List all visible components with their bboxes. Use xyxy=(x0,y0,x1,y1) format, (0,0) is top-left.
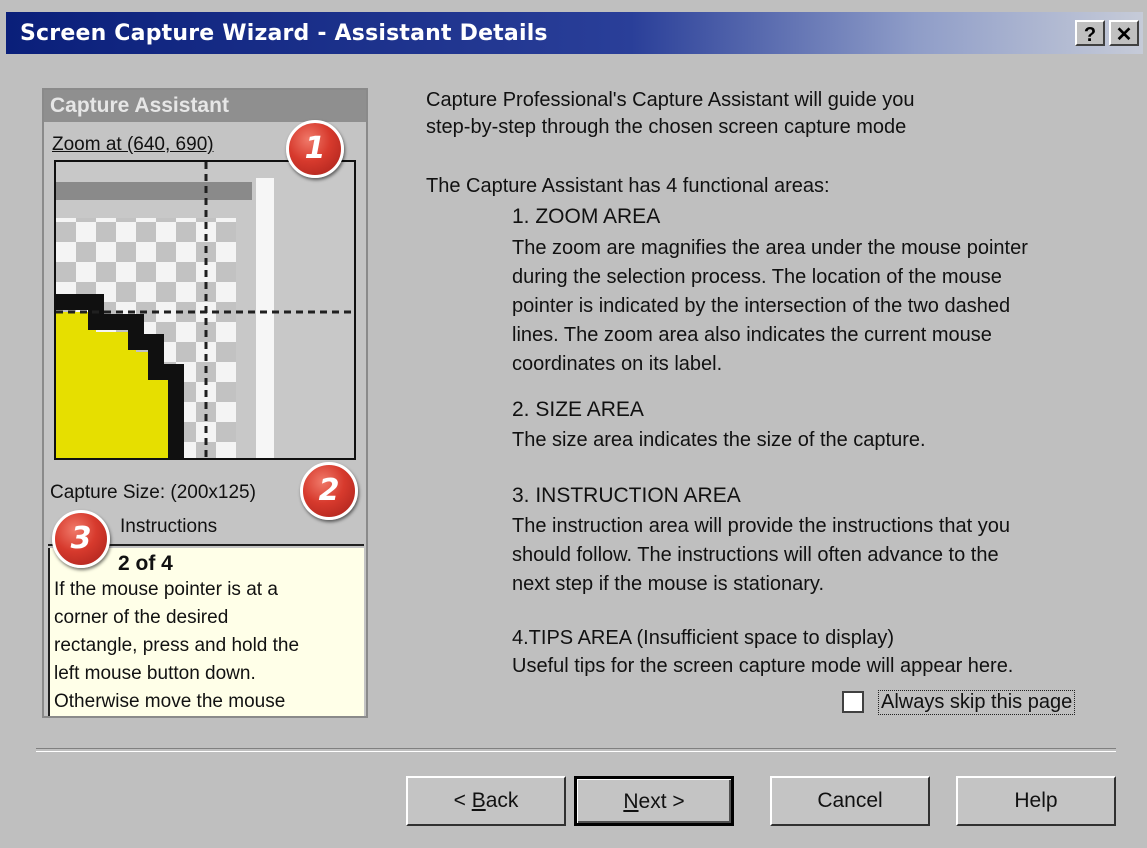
tips-area-heading: 4.TIPS AREA (Insufficient space to displ… xyxy=(512,627,895,649)
callout-badge-1: 1 xyxy=(286,120,344,178)
back-accelerator: B xyxy=(471,789,486,812)
instruction-line: Otherwise move the mouse xyxy=(54,691,286,712)
button-separator xyxy=(36,748,1116,752)
instruction-line: left mouse button down. xyxy=(54,663,256,684)
next-accelerator: N xyxy=(623,790,639,813)
intro-line: Capture Professional's Capture Assistant… xyxy=(426,89,915,111)
always-skip-label[interactable]: Always skip this page xyxy=(878,690,1076,715)
instruction-area-text: The instruction area will provide the in… xyxy=(512,515,1011,537)
cancel-button[interactable]: Cancel xyxy=(770,776,930,826)
zoom-area-text: lines. The zoom area also indicates the … xyxy=(512,324,992,346)
instruction-line: If the mouse pointer is at a xyxy=(54,579,278,600)
instruction-area-heading: 3. INSTRUCTION AREA xyxy=(512,484,741,507)
assistant-header: Capture Assistant xyxy=(44,90,366,122)
tips-area-text: Useful tips for the screen capture mode … xyxy=(512,655,1014,677)
instruction-line: corner of the desired xyxy=(54,607,229,628)
zoom-area-text: coordinates on its label. xyxy=(512,353,723,375)
zoom-label: Zoom at (640, 690) xyxy=(52,134,214,155)
capture-size-label: Capture Size: (200x125) xyxy=(50,482,256,503)
callout-badge-2: 2 xyxy=(300,462,358,520)
callout-badge-3: 3 xyxy=(52,510,110,568)
back-label-rest: ack xyxy=(485,789,519,812)
next-button[interactable]: Next > xyxy=(574,776,734,826)
back-prefix: < xyxy=(453,789,472,812)
close-button[interactable]: ✕ xyxy=(1109,20,1139,46)
zoom-area-heading: 1. ZOOM AREA xyxy=(512,205,661,228)
capture-assistant-panel: Capture Assistant Zoom at (640, 690) Cap… xyxy=(42,88,368,718)
zoom-area xyxy=(54,160,356,460)
size-area-heading: 2. SIZE AREA xyxy=(512,398,644,421)
instructions-label: Instructions xyxy=(120,516,218,537)
zoom-image xyxy=(56,162,354,458)
instruction-area-text: should follow. The instructions will oft… xyxy=(512,544,999,566)
instruction-line: rectangle, press and hold the xyxy=(54,635,300,656)
areas-intro: The Capture Assistant has 4 functional a… xyxy=(426,175,830,197)
intro-line: step-by-step through the chosen screen c… xyxy=(426,116,907,138)
always-skip-checkbox[interactable] xyxy=(842,691,864,713)
zoom-area-text: pointer is indicated by the intersection… xyxy=(512,295,1011,317)
size-area-text: The size area indicates the size of the … xyxy=(512,429,926,451)
instruction-area: 2 of 4 If the mouse pointer is at a corn… xyxy=(48,548,364,716)
title-bar[interactable]: Screen Capture Wizard - Assistant Detail… xyxy=(6,12,1143,54)
window-title: Screen Capture Wizard - Assistant Detail… xyxy=(20,21,548,46)
help-button[interactable]: Help xyxy=(956,776,1116,826)
instruction-area-text: next step if the mouse is stationary. xyxy=(512,573,825,595)
zoom-area-text: The zoom are magnifies the area under th… xyxy=(512,237,1028,259)
help-title-button[interactable]: ? xyxy=(1075,20,1105,46)
zoom-area-text: during the selection process. The locati… xyxy=(512,266,1002,288)
next-label-rest: ext > xyxy=(638,790,685,813)
back-button[interactable]: < Back xyxy=(406,776,566,826)
